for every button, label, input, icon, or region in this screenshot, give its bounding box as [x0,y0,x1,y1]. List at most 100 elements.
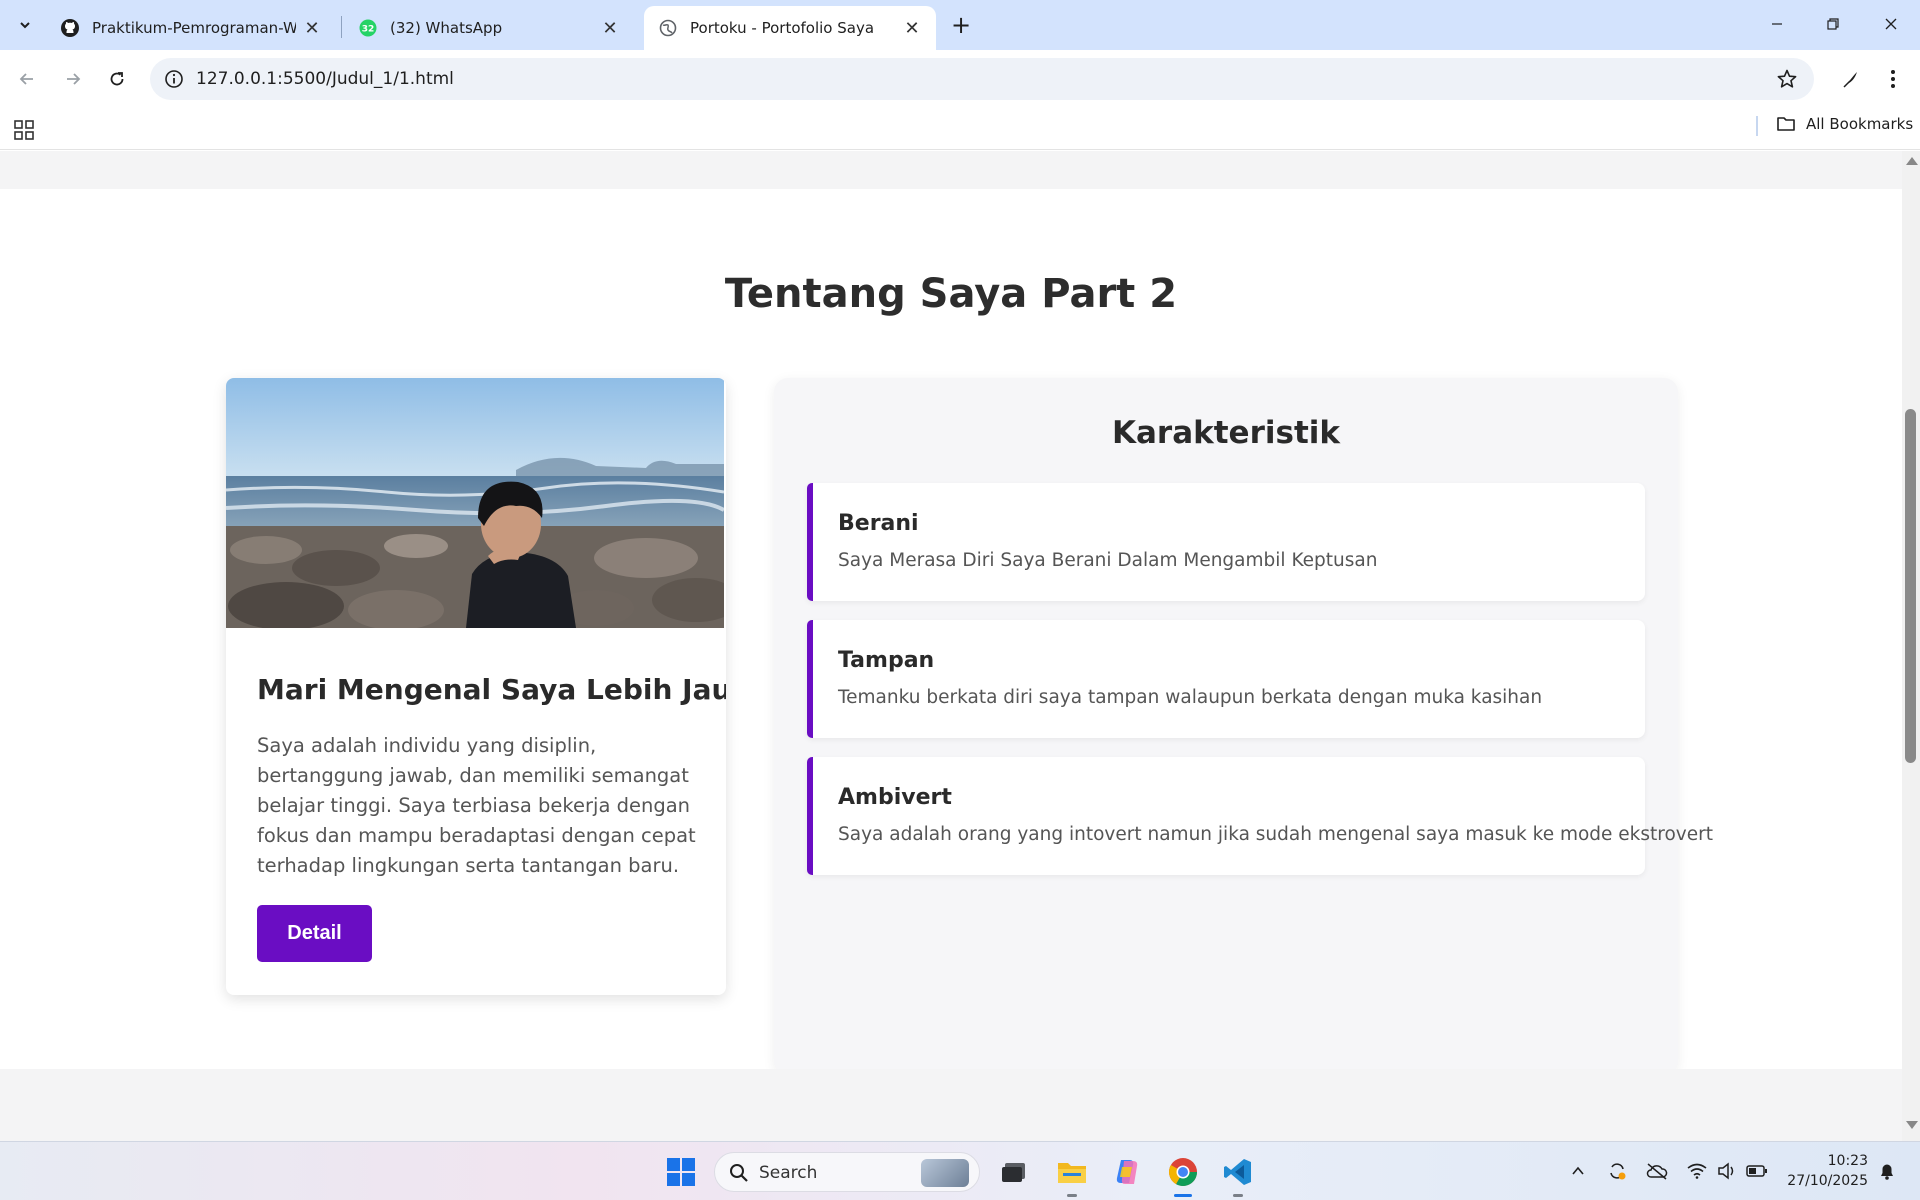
task-view-button[interactable] [994,1152,1034,1192]
reload-icon [110,72,124,86]
battery-icon [1746,1165,1767,1177]
browser-menu-button[interactable] [1880,66,1906,92]
sync-tray-icon[interactable] [1606,1160,1628,1182]
scroll-up-arrow-icon[interactable] [1906,157,1918,165]
trait-name: Ambivert [838,785,952,810]
whatsapp-icon: 32 [358,18,378,38]
close-window-button[interactable] [1868,8,1914,40]
cloud-off-icon [1646,1163,1668,1180]
clock-time: 10:23 [1827,1153,1868,1169]
card-heading: Mari Mengenal Saya Lebih Jauh [257,673,726,706]
chrome-icon [1169,1158,1197,1186]
trait-description: Temanku berkata diri saya tampan walaupu… [838,687,1543,708]
extension-button[interactable] [1838,66,1864,92]
profile-photo [226,378,724,628]
battery-tray-icon[interactable] [1746,1160,1768,1182]
tab-github[interactable]: Praktikum-Pemrograman-Web/ ✕ [46,6,336,50]
profile-card: Mari Mengenal Saya Lebih Jauh Saya adala… [226,378,726,995]
running-indicator [1067,1194,1077,1197]
vscode-button[interactable] [1218,1152,1258,1192]
trait-name: Tampan [838,648,935,673]
chevron-up-icon [1572,1166,1584,1175]
star-icon[interactable] [1776,68,1798,90]
clock-date: 27/10/2025 [1787,1173,1868,1189]
trait-name: Berani [838,511,919,536]
chevron-down-icon [20,22,30,29]
traits-title: Karakteristik [1111,415,1341,451]
copilot-button[interactable] [1107,1152,1147,1192]
section-title: Tentang Saya Part 2 [724,271,1178,317]
page-viewport: Tentang Saya Part 2 Mari Mengenal Saya L… [0,151,1902,1141]
active-indicator [1174,1194,1192,1197]
traits-panel: Karakteristik Berani Saya Merasa Diri Sa… [774,378,1713,1074]
apps-grid-icon[interactable] [13,119,35,141]
notifications-button[interactable] [1876,1160,1898,1182]
wifi-icon [1687,1163,1707,1179]
reload-button[interactable] [102,64,132,94]
next-section-edge [0,1069,1902,1141]
tab-search-button[interactable] [10,10,40,40]
arrow-right-icon [67,73,81,85]
copilot-icon [1116,1160,1138,1184]
arrow-left-icon [19,73,33,85]
browser-toolbar: 127.0.0.1:5500/Judul_1/1.html [0,50,1920,108]
bookmarks-bar: All Bookmarks [0,108,1920,150]
address-bar[interactable]: 127.0.0.1:5500/Judul_1/1.html [150,58,1814,100]
start-button[interactable] [661,1152,701,1192]
scroll-down-arrow-icon[interactable] [1906,1121,1918,1129]
windows-taskbar: Search 10:23 27/10/2025 [0,1141,1920,1200]
vscode-icon [1224,1159,1251,1185]
speaker-icon [1718,1162,1734,1180]
trait-description: Saya adalah orang yang intovert namun ji… [838,824,1713,845]
file-explorer-button[interactable] [1052,1152,1092,1192]
url-text: 127.0.0.1:5500/Judul_1/1.html [196,69,454,89]
system-clock[interactable]: 10:23 27/10/2025 [1772,1151,1868,1191]
card-description: Saya adalah individu yang disiplin, bert… [257,734,696,877]
minimize-button[interactable] [1754,8,1800,40]
close-icon[interactable]: ✕ [302,18,322,39]
tab-title: Portoku - Portofolio Saya [690,19,875,37]
new-tab-button[interactable]: + [948,11,974,39]
more-vertical-icon [1891,70,1895,88]
feather-icon [1843,72,1857,88]
tab-separator [341,16,342,38]
close-icon [1885,18,1897,30]
minimize-icon [1772,23,1782,25]
tab-title: (32) WhatsApp [390,19,503,37]
sync-icon [1610,1163,1626,1180]
tab-title: Praktikum-Pemrograman-Web/ [92,19,296,37]
restore-icon [1827,18,1839,30]
previous-section-edge [0,151,1902,189]
search-highlight-image [921,1159,969,1187]
trait-card-tampan: Tampan Temanku berkata diri saya tampan … [807,620,1645,738]
folder-icon [1058,1163,1086,1183]
trait-card-berani: Berani Saya Merasa Diri Saya Berani Dala… [807,483,1645,601]
tab-whatsapp[interactable]: 32 (32) WhatsApp ✕ [344,6,634,50]
taskbar-search[interactable]: Search [714,1152,980,1192]
search-icon [730,1164,748,1182]
forward-button[interactable] [58,64,88,94]
detail-button[interactable]: Detail [257,905,372,962]
bell-icon [1881,1164,1893,1180]
bookmarks-divider [1756,116,1758,136]
trait-card-ambivert: Ambivert Saya adalah orang yang intovert… [807,757,1713,875]
windows-logo-icon [667,1158,695,1186]
tab-portoku[interactable]: Portoku - Portofolio Saya ✕ [644,6,936,50]
running-indicator [1233,1194,1243,1197]
tray-overflow-button[interactable] [1567,1160,1589,1182]
page-scrollbar[interactable] [1902,151,1920,1141]
folder-icon [1777,117,1795,131]
volume-tray-icon[interactable] [1716,1160,1738,1182]
back-button[interactable] [12,64,42,94]
scrollbar-thumb[interactable] [1905,409,1916,763]
restore-button[interactable] [1810,8,1856,40]
task-view-icon [1002,1163,1025,1182]
close-icon[interactable]: ✕ [600,18,620,39]
chrome-button[interactable] [1163,1152,1203,1192]
close-icon[interactable]: ✕ [902,18,922,39]
all-bookmarks-button[interactable]: All Bookmarks [1776,115,1913,133]
github-icon [60,18,80,38]
wifi-tray-icon[interactable] [1686,1160,1708,1182]
onedrive-tray-icon[interactable] [1646,1160,1668,1182]
search-label: Search [759,1163,818,1183]
